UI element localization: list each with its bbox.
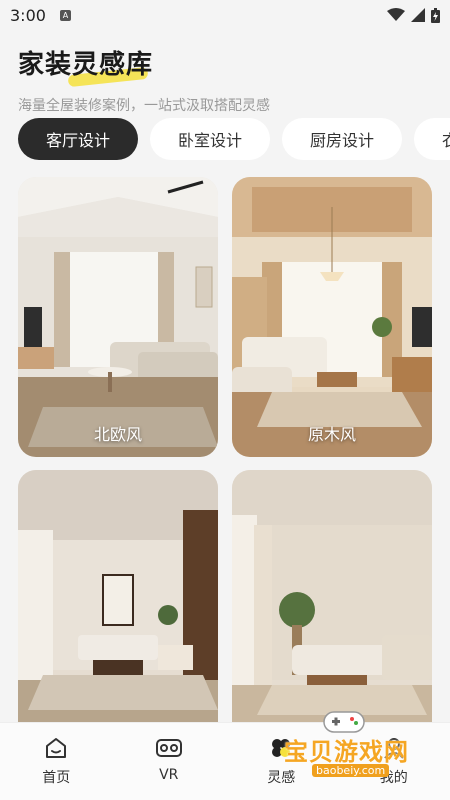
nav-label: 首页	[42, 770, 71, 786]
style-card-4[interactable]	[232, 470, 432, 722]
site-watermark: 宝贝游戏网 baobeiy.com	[284, 706, 434, 786]
tab-wardrobe[interactable]: 衣	[414, 118, 450, 160]
page-header: 家装灵感库 海量全屋装修案例，一站式汲取搭配灵感	[18, 44, 270, 115]
nav-label: VR	[159, 767, 179, 783]
chinese-living-room-image	[18, 470, 218, 722]
wood-living-room-image	[232, 177, 432, 457]
watermark-text: 宝贝游戏网	[284, 738, 409, 766]
cream-living-room-image	[232, 470, 432, 722]
nav-vr[interactable]: VR	[124, 735, 214, 783]
signal-icon	[411, 8, 425, 22]
vr-icon	[155, 739, 182, 757]
card-label: 北欧风	[93, 425, 142, 444]
page-title: 家装灵感库	[18, 50, 154, 80]
status-bar: 3:00 A	[0, 0, 450, 30]
nav-home[interactable]: 首页	[11, 735, 101, 787]
wifi-icon	[387, 8, 405, 21]
watermark-url: baobeiy.com	[312, 764, 390, 777]
page-title-wrap: 家装灵感库	[18, 44, 154, 88]
page-subtitle: 海量全屋装修案例，一站式汲取搭配灵感	[18, 98, 270, 114]
tab-kitchen[interactable]: 厨房设计	[282, 118, 403, 160]
app-notification-icon: A	[59, 9, 71, 21]
style-card-nordic[interactable]: 北欧风	[18, 177, 218, 457]
status-icons	[387, 7, 440, 23]
style-card-log-wood[interactable]: 原木风	[232, 177, 432, 457]
home-icon	[46, 738, 67, 758]
tab-living-room[interactable]: 客厅设计	[18, 118, 139, 160]
tab-bedroom[interactable]: 卧室设计	[150, 118, 271, 160]
style-card-3[interactable]	[18, 470, 218, 722]
category-tabs: 客厅设计 卧室设计 厨房设计 衣	[18, 118, 450, 160]
battery-icon	[431, 7, 440, 23]
nordic-living-room-image	[18, 177, 218, 457]
card-label: 原木风	[307, 425, 356, 444]
status-time: 3:00	[10, 5, 46, 25]
